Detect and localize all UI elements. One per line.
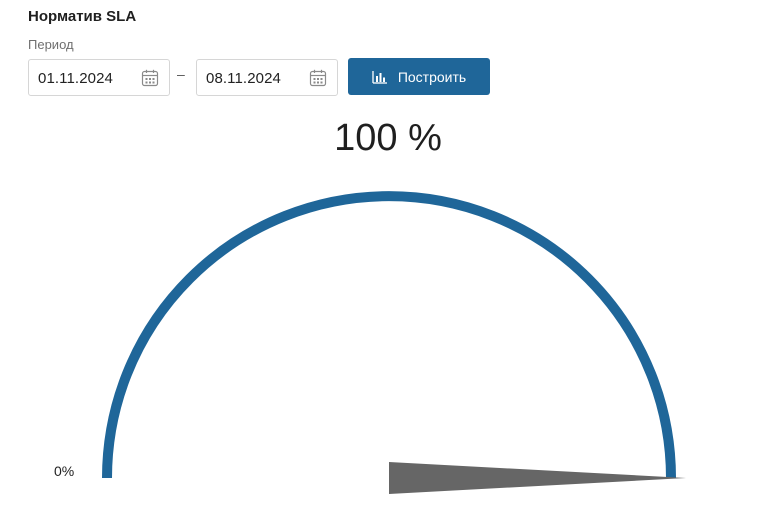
- gauge-arc: [102, 191, 676, 479]
- sla-gauge: [102, 191, 686, 494]
- gauge-needle: [389, 462, 686, 494]
- sla-widget: Норматив SLA Период 01.11.2024 – 08.11.2…: [0, 0, 766, 509]
- gauge-min-label: 0%: [54, 463, 75, 479]
